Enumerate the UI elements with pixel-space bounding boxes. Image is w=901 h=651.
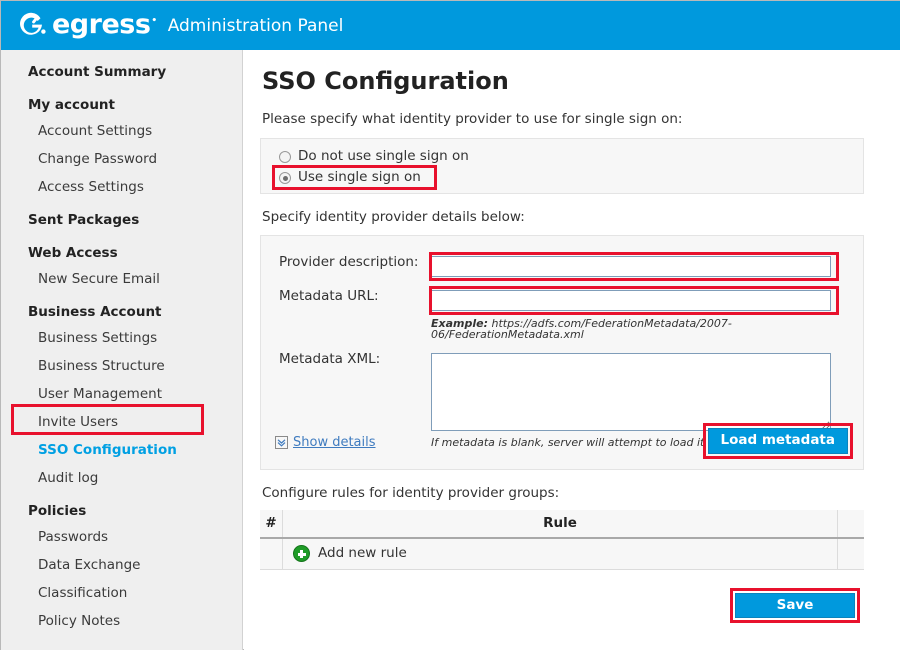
sidebar-item-new-secure-email[interactable]: New Secure Email bbox=[1, 269, 242, 290]
sidebar-item-label: Data Exchange bbox=[38, 556, 141, 573]
sidebar-item-label: Passwords bbox=[38, 528, 109, 545]
sidebar-nav: Account Summary My account Account Setti… bbox=[1, 50, 243, 650]
metadata-url-label: Metadata URL: bbox=[279, 288, 379, 304]
sidebar-item-label: Sent Packages bbox=[28, 211, 140, 228]
sidebar-item-label: Access Settings bbox=[38, 178, 144, 195]
sidebar-group-web-access: Web Access bbox=[1, 243, 242, 264]
sidebar-item-passwords[interactable]: Passwords bbox=[1, 527, 242, 548]
metadata-url-example: Example: https://adfs.com/FederationMeta… bbox=[431, 318, 863, 340]
sidebar-item-business-structure[interactable]: Business Structure bbox=[1, 356, 242, 377]
provider-description-row: Provider description: bbox=[261, 252, 863, 281]
load-metadata-button[interactable]: Load metadata bbox=[707, 428, 848, 454]
show-details-label[interactable]: Show details bbox=[293, 436, 376, 449]
add-new-rule-cell[interactable]: Add new rule bbox=[282, 537, 838, 570]
metadata-url-input[interactable] bbox=[431, 290, 831, 311]
provider-description-input[interactable] bbox=[431, 256, 831, 277]
sidebar-item-label: Account Settings bbox=[38, 122, 153, 139]
metadata-url-row: Metadata URL: bbox=[261, 286, 863, 315]
sidebar-item-user-management[interactable]: User Management bbox=[1, 384, 242, 405]
sidebar-item-label: Policy Notes bbox=[38, 612, 121, 629]
rules-column-number: # bbox=[260, 509, 283, 539]
radio-option-no-sso[interactable]: Do not use single sign on bbox=[261, 147, 863, 168]
load-metadata-button-wrap: Load metadata bbox=[702, 423, 853, 459]
metadata-url-example-row: Example: https://adfs.com/FederationMeta… bbox=[261, 318, 863, 340]
details-section-label: Specify identity provider details below: bbox=[262, 208, 525, 225]
rules-column-actions bbox=[837, 509, 864, 539]
sidebar-item-sso-configuration[interactable]: SSO Configuration bbox=[1, 440, 242, 461]
sso-mode-panel: Do not use single sign on Use single sig… bbox=[260, 137, 864, 194]
sidebar-group-label: Business Account bbox=[28, 303, 162, 320]
metadata-xml-label: Metadata XML: bbox=[279, 351, 381, 367]
sidebar-item-audit-log[interactable]: Audit log bbox=[1, 468, 242, 489]
sidebar-item-change-password[interactable]: Change Password bbox=[1, 149, 242, 170]
brand-text: egress bbox=[52, 9, 151, 40]
trademark-symbol: • bbox=[151, 16, 157, 26]
radio-button-icon[interactable] bbox=[279, 151, 291, 163]
sidebar-group-label: Policies bbox=[28, 502, 87, 519]
main-content: SSO Configuration Please specify what id… bbox=[244, 50, 900, 650]
provider-description-label: Provider description: bbox=[279, 254, 419, 270]
rules-column-rule: Rule bbox=[282, 509, 838, 539]
radio-option-label: Use single sign on bbox=[298, 169, 421, 186]
sidebar-item-label: Classification bbox=[38, 584, 128, 601]
save-button[interactable]: Save bbox=[735, 593, 855, 618]
sidebar-item-account-settings[interactable]: Account Settings bbox=[1, 121, 242, 142]
chevron-double-down-icon[interactable] bbox=[275, 436, 288, 449]
page-title: SSO Configuration bbox=[262, 67, 509, 95]
add-new-rule-label: Add new rule bbox=[318, 544, 407, 561]
plus-circle-icon[interactable] bbox=[293, 545, 310, 562]
rules-table-header-row: # Rule bbox=[260, 509, 864, 539]
save-button-wrap: Save bbox=[730, 588, 860, 623]
sidebar-item-business-settings[interactable]: Business Settings bbox=[1, 328, 242, 349]
sidebar-item-classification[interactable]: Classification bbox=[1, 583, 242, 604]
sidebar-group-business-account: Business Account bbox=[1, 302, 242, 323]
sidebar-item-label: Audit log bbox=[38, 469, 99, 486]
rules-row-actions-cell bbox=[837, 537, 864, 570]
sidebar-item-sent-packages[interactable]: Sent Packages bbox=[1, 210, 242, 231]
sidebar-item-label: New Secure Email bbox=[38, 270, 160, 287]
radio-button-selected-icon[interactable] bbox=[279, 172, 291, 184]
brand-wordmark: egress• bbox=[52, 9, 157, 40]
sidebar-item-label: Business Structure bbox=[38, 357, 165, 374]
sidebar-item-invite-users[interactable]: Invite Users bbox=[1, 412, 242, 433]
metadata-xml-row: Metadata XML: bbox=[261, 351, 863, 431]
egress-logo-icon bbox=[17, 11, 47, 41]
sidebar-item-policy-notes[interactable]: Policy Notes bbox=[1, 611, 242, 632]
app-header: egress• Administration Panel bbox=[1, 1, 900, 50]
radio-option-label: Do not use single sign on bbox=[298, 148, 469, 165]
sidebar-item-access-settings[interactable]: Access Settings bbox=[1, 177, 242, 198]
sidebar-item-label: SSO Configuration bbox=[38, 441, 177, 458]
sidebar-item-label: User Management bbox=[38, 385, 162, 402]
add-new-rule-action[interactable]: Add new rule bbox=[293, 545, 837, 562]
sidebar-item-label: Invite Users bbox=[38, 413, 118, 430]
rules-row-number-cell bbox=[260, 537, 283, 570]
radio-option-use-sso[interactable]: Use single sign on bbox=[261, 168, 863, 189]
rules-section-label: Configure rules for identity provider gr… bbox=[262, 485, 560, 501]
intro-text: Please specify what identity provider to… bbox=[262, 111, 683, 127]
sidebar-group-label: Web Access bbox=[28, 244, 118, 261]
metadata-xml-textarea[interactable] bbox=[431, 353, 831, 431]
sidebar-item-label: Change Password bbox=[38, 150, 158, 167]
identity-provider-details-panel: Provider description: Metadata URL: Exam… bbox=[260, 235, 864, 470]
sidebar-item-label: Account Summary bbox=[28, 63, 167, 80]
show-details-toggle[interactable]: Show details bbox=[275, 436, 376, 449]
app-title: Administration Panel bbox=[167, 16, 344, 36]
table-row: Add new rule bbox=[260, 537, 864, 570]
sidebar-group-policies: Policies bbox=[1, 501, 242, 522]
rules-table: # Rule Add new rule bbox=[260, 509, 864, 570]
sidebar-group-my-account: My account bbox=[1, 95, 242, 116]
sidebar-group-label: My account bbox=[28, 96, 115, 113]
sidebar-item-data-exchange[interactable]: Data Exchange bbox=[1, 555, 242, 576]
sidebar-item-label: Business Settings bbox=[38, 329, 158, 346]
sidebar-item-account-summary[interactable]: Account Summary bbox=[1, 62, 242, 83]
